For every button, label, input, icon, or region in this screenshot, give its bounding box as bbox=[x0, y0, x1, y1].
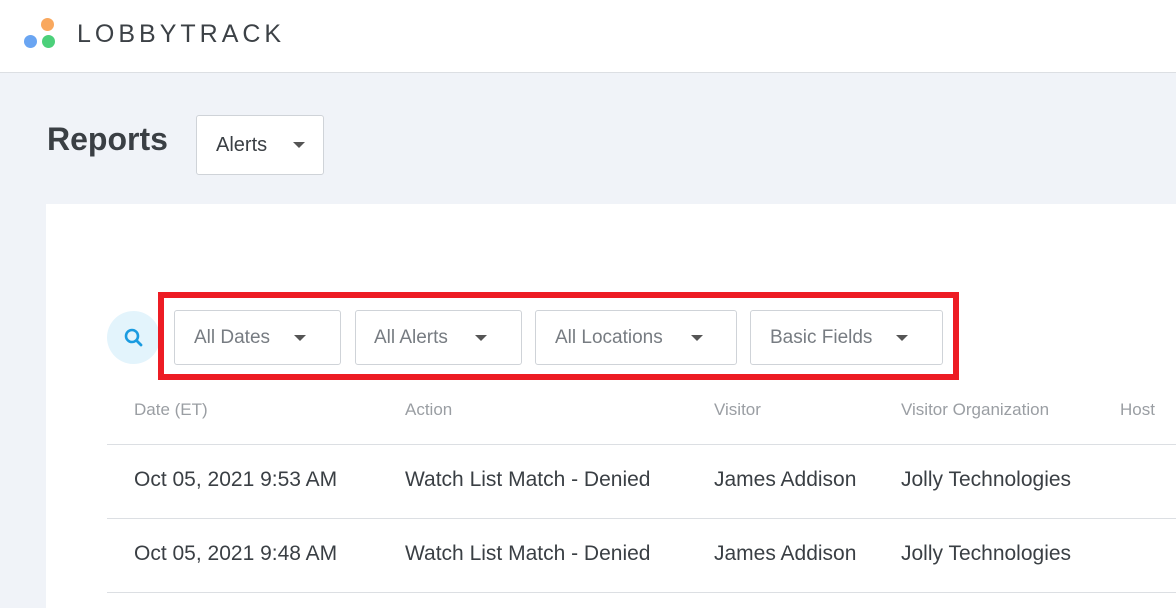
page-title: Reports bbox=[47, 121, 168, 157]
filter-alerts-dropdown[interactable]: All Alerts bbox=[355, 310, 522, 365]
brand-name: LOBBYTRACK bbox=[77, 20, 286, 48]
filter-label: All Alerts bbox=[374, 326, 448, 348]
column-header-date[interactable]: Date (ET) bbox=[134, 400, 208, 420]
column-header-visitor-organization[interactable]: Visitor Organization bbox=[901, 400, 1049, 420]
caret-down-icon bbox=[293, 142, 305, 148]
cell-date: Oct 05, 2021 9:53 AM bbox=[134, 468, 338, 491]
filter-locations-dropdown[interactable]: All Locations bbox=[535, 310, 737, 365]
search-button[interactable] bbox=[107, 311, 160, 364]
logo-dot-orange bbox=[41, 18, 54, 31]
divider bbox=[107, 444, 1176, 445]
logo-dot-blue bbox=[24, 35, 37, 48]
divider bbox=[107, 518, 1176, 519]
caret-down-icon bbox=[475, 334, 487, 341]
cell-action: Watch List Match - Denied bbox=[405, 468, 651, 491]
logo-dot-green bbox=[42, 35, 55, 48]
cell-date: Oct 05, 2021 9:48 AM bbox=[134, 542, 338, 565]
column-header-action[interactable]: Action bbox=[405, 400, 452, 420]
caret-down-icon bbox=[691, 334, 703, 341]
filter-label: Basic Fields bbox=[770, 326, 873, 348]
divider bbox=[107, 592, 1176, 593]
report-type-dropdown[interactable]: Alerts bbox=[196, 115, 324, 175]
caret-down-icon bbox=[896, 334, 908, 341]
filter-dates-dropdown[interactable]: All Dates bbox=[174, 310, 341, 365]
filter-label: All Dates bbox=[194, 326, 271, 348]
cell-organization: Jolly Technologies bbox=[901, 542, 1072, 565]
cell-organization: Jolly Technologies bbox=[901, 468, 1072, 491]
caret-down-icon bbox=[294, 334, 306, 341]
cell-action: Watch List Match - Denied bbox=[405, 542, 651, 565]
filter-label: All Locations bbox=[555, 326, 663, 348]
cell-visitor: James Addison bbox=[714, 468, 857, 491]
top-header: LOBBYTRACK bbox=[0, 0, 1176, 73]
search-icon bbox=[124, 328, 143, 347]
column-header-host[interactable]: Host bbox=[1120, 400, 1155, 420]
column-header-visitor[interactable]: Visitor bbox=[714, 400, 761, 420]
report-type-label: Alerts bbox=[216, 133, 268, 156]
cell-visitor: James Addison bbox=[714, 542, 857, 565]
filter-fields-dropdown[interactable]: Basic Fields bbox=[750, 310, 943, 365]
